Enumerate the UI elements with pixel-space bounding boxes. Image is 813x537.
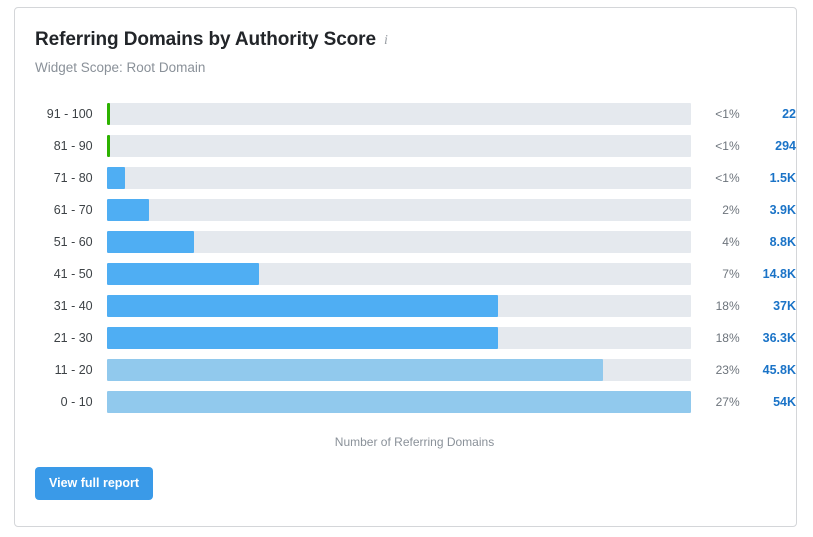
table-row: 81 - 90 <1% 294 — [15, 135, 796, 157]
table-row: 71 - 80 <1% 1.5K — [15, 167, 796, 189]
table-row: 31 - 40 18% 37K — [15, 295, 796, 317]
bar-track — [106, 103, 691, 125]
bar-fill — [106, 327, 499, 349]
bar-track — [106, 167, 691, 189]
bucket-label: 31 - 40 — [53, 299, 93, 313]
bucket-label: 71 - 80 — [53, 171, 93, 185]
table-row: 51 - 60 4% 8.8K — [15, 231, 796, 253]
bucket-percent: 4% — [722, 235, 740, 249]
bar-fill — [106, 295, 499, 317]
page-title: Referring Domains by Authority Score — [35, 29, 376, 50]
bucket-percent: 18% — [715, 331, 740, 345]
bucket-value-link[interactable]: 294 — [752, 135, 796, 157]
bucket-value-link[interactable]: 8.8K — [752, 231, 796, 253]
bucket-label: 91 - 100 — [46, 107, 93, 121]
bar-fill — [106, 263, 259, 285]
bucket-percent: <1% — [715, 139, 740, 153]
bar-track — [106, 359, 691, 381]
bucket-label: 0 - 10 — [60, 395, 93, 409]
bucket-value-link[interactable]: 3.9K — [752, 199, 796, 221]
bucket-value-link[interactable]: 14.8K — [752, 263, 796, 285]
table-row: 0 - 10 27% 54K — [15, 391, 796, 413]
bucket-value-link[interactable]: 1.5K — [752, 167, 796, 189]
bar-fill — [106, 359, 604, 381]
bucket-label: 41 - 50 — [53, 267, 93, 281]
x-axis-label: Number of Referring Domains — [334, 435, 495, 449]
bar-track — [106, 199, 691, 221]
bucket-percent: 23% — [715, 363, 740, 377]
bucket-label: 21 - 30 — [53, 331, 93, 345]
bucket-value-link[interactable]: 54K — [752, 391, 796, 413]
table-row: 21 - 30 18% 36.3K — [15, 327, 796, 349]
bucket-value-link[interactable]: 45.8K — [752, 359, 796, 381]
bucket-value-link[interactable]: 36.3K — [752, 327, 796, 349]
bar-fill — [106, 231, 195, 253]
info-icon[interactable]: i — [384, 34, 388, 48]
bucket-label: 61 - 70 — [53, 203, 93, 217]
bucket-percent: 7% — [722, 267, 740, 281]
bar-fill — [106, 103, 110, 125]
chart-rows: 91 - 100 <1% 22 81 - 90 <1% 294 71 - 80 <1% 1.5K… — [15, 103, 796, 413]
bucket-label: 81 - 90 — [53, 139, 93, 153]
bar-fill — [106, 391, 691, 413]
bucket-percent: 2% — [722, 203, 740, 217]
bucket-percent: <1% — [715, 171, 740, 185]
table-row: 91 - 100 <1% 22 — [15, 103, 796, 125]
widget-header: Referring Domains by Authority Score i W… — [15, 8, 796, 76]
authority-score-bar-chart: 91 - 100 <1% 22 81 - 90 <1% 294 71 - 80 <1% 1.5K… — [15, 103, 796, 449]
bucket-percent: <1% — [715, 107, 740, 121]
bar-track — [106, 263, 691, 285]
bucket-label: 51 - 60 — [53, 235, 93, 249]
bar-fill — [106, 167, 126, 189]
bar-track — [106, 391, 691, 413]
table-row: 41 - 50 7% 14.8K — [15, 263, 796, 285]
bucket-percent: 18% — [715, 299, 740, 313]
bar-track — [106, 231, 691, 253]
table-row: 61 - 70 2% 3.9K — [15, 199, 796, 221]
widget-card: Referring Domains by Authority Score i W… — [14, 7, 797, 527]
bar-track — [106, 135, 691, 157]
table-row: 11 - 20 23% 45.8K — [15, 359, 796, 381]
bar-track — [106, 327, 691, 349]
bar-track — [106, 295, 691, 317]
bar-fill — [106, 199, 149, 221]
bar-fill — [106, 135, 111, 157]
bucket-value-link[interactable]: 37K — [752, 295, 796, 317]
bucket-percent: 27% — [715, 395, 740, 409]
bucket-label: 11 - 20 — [54, 363, 93, 377]
widget-scope-label: Widget Scope: Root Domain — [35, 60, 206, 75]
widget-footer: View full report — [35, 467, 154, 500]
view-full-report-button[interactable]: View full report — [35, 467, 154, 500]
title-row: Referring Domains by Authority Score i — [35, 29, 796, 51]
bucket-value-link[interactable]: 22 — [752, 103, 796, 125]
